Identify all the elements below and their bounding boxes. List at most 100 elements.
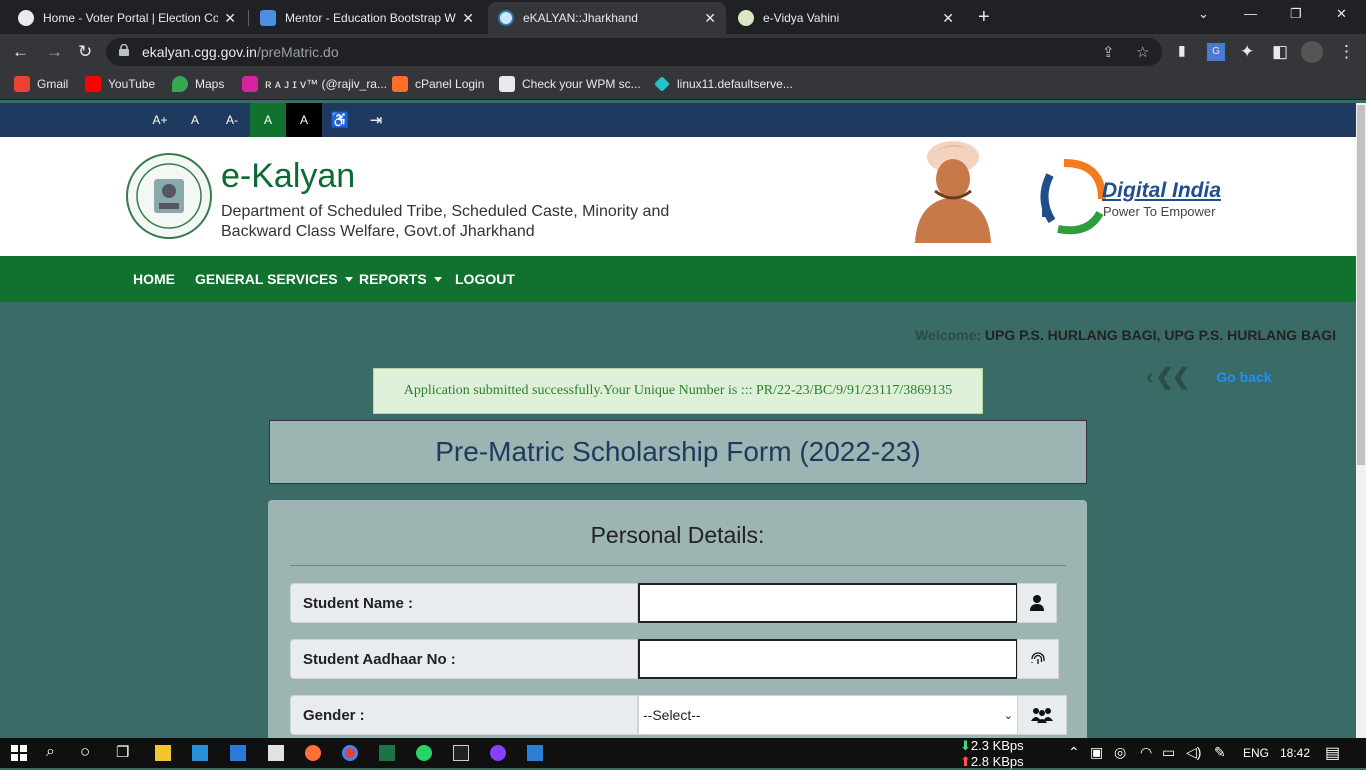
cortana-circle-icon[interactable]: ○ <box>80 742 90 762</box>
extension-bottle-icon[interactable]: ▮ <box>1178 42 1186 59</box>
mail-icon[interactable] <box>230 745 246 761</box>
terminal-icon[interactable] <box>453 745 469 761</box>
file-explorer-icon[interactable] <box>155 745 171 761</box>
side-panel-icon[interactable]: ◧ <box>1272 42 1288 62</box>
close-icon[interactable]: ✕ <box>224 10 236 27</box>
tab-mentor[interactable]: Mentor - Education Bootstrap W ✕ <box>250 2 484 34</box>
login-arrow-icon[interactable]: ⇥ <box>358 103 394 137</box>
new-tab-plus-icon[interactable]: + <box>978 6 990 29</box>
bookmark-label: ʀ ᴀ ᴊ ɪ v™ (@rajiv_ra... <box>265 77 387 91</box>
birsa-munda-portrait-icon <box>915 141 991 243</box>
battery-icon[interactable]: ▭ <box>1162 744 1175 761</box>
wifi-icon[interactable]: ◠ <box>1140 744 1152 761</box>
search-icon[interactable]: ⌕ <box>46 743 55 761</box>
url-host: ekalyan.cgg.gov.in <box>142 44 257 60</box>
main-nav: HOME GENERAL SERVICES REPORTS LOGOUT <box>0 256 1356 302</box>
font-decrease-button[interactable]: A- <box>214 103 250 137</box>
caret-down-icon <box>344 276 353 282</box>
tab-evidya[interactable]: e-Vidya Vahini ✕ <box>728 2 964 34</box>
tab-ekalyan[interactable]: eKALYAN::Jharkhand ✕ <box>488 2 726 34</box>
whatsapp-icon[interactable] <box>416 745 432 761</box>
nav-label: REPORTS <box>359 271 427 287</box>
page-scrollbar[interactable] <box>1356 103 1366 739</box>
close-icon[interactable]: ✕ <box>462 10 474 27</box>
close-icon[interactable]: ✕ <box>942 10 954 27</box>
translate-icon[interactable]: G <box>1207 43 1225 61</box>
bookmark-maps[interactable]: Maps <box>172 76 224 92</box>
youtube-icon <box>85 76 101 92</box>
tray-chevron-up-icon[interactable]: ⌃ <box>1068 744 1080 761</box>
tab-voter-portal[interactable]: Home - Voter Portal | Election Co ✕ <box>8 2 246 34</box>
aadhaar-label: Student Aadhaar No : <box>290 639 638 679</box>
form-title: Pre-Matric Scholarship Form (2022-23) <box>269 420 1087 484</box>
cpanel-icon <box>392 76 408 92</box>
share-icon[interactable]: ⇪ <box>1102 43 1115 61</box>
jharkhand-emblem-icon <box>126 153 212 239</box>
bookmark-wpm[interactable]: Check your WPM sc... <box>499 76 641 92</box>
menu-kebab-icon[interactable]: ⋮ <box>1338 42 1355 62</box>
font-normal-button[interactable]: A <box>177 103 213 137</box>
url-text: ekalyan.cgg.gov.in/preMatric.do <box>142 44 339 60</box>
github-desktop-icon[interactable] <box>490 745 506 761</box>
go-back-link[interactable]: ‹ ❮❮ Go back <box>1146 364 1272 390</box>
input-language[interactable]: ENG <box>1243 746 1269 760</box>
nav-home[interactable]: HOME <box>133 271 175 287</box>
scrollbar-thumb[interactable] <box>1357 105 1365 465</box>
section-divider <box>290 565 1066 566</box>
bookmark-instagram[interactable]: ʀ ᴀ ᴊ ɪ v™ (@rajiv_ra... <box>242 76 387 92</box>
aadhaar-input[interactable] <box>638 639 1018 679</box>
windows-start-icon[interactable] <box>11 745 27 761</box>
instagram-icon <box>242 76 258 92</box>
task-view-icon[interactable]: ❐ <box>116 743 129 761</box>
close-icon[interactable]: ✕ <box>704 10 716 27</box>
nav-reports[interactable]: REPORTS <box>359 271 442 287</box>
extensions-puzzle-icon[interactable]: ✦ <box>1240 42 1254 62</box>
volume-icon[interactable]: ◁) <box>1186 744 1201 761</box>
address-bar[interactable]: ekalyan.cgg.gov.in/preMatric.do ⇪ ☆ <box>106 38 1162 66</box>
server-icon <box>654 76 670 92</box>
tab-title: e-Vidya Vahini <box>763 11 840 25</box>
bookmark-gmail[interactable]: Gmail <box>14 76 68 92</box>
windows-taskbar: ⌕ ○ ❐ ⬇2.3 KBps ⬆2.8 KBps ⌃ ▣ ◎ ◠ ▭ ◁) ✎… <box>0 738 1366 769</box>
fingerprint-icon <box>1017 639 1059 679</box>
back-arrow-icon[interactable]: ← <box>12 42 29 62</box>
bookmark-cpanel[interactable]: cPanel Login <box>392 76 484 92</box>
tab-search-chevron-icon[interactable]: ⌄ <box>1198 6 1209 22</box>
excel-icon[interactable] <box>379 745 395 761</box>
notification-icon[interactable]: ▤ <box>1325 743 1340 763</box>
forward-arrow-icon[interactable]: → <box>46 42 63 62</box>
gender-select[interactable]: --Select-- ⌄ <box>638 695 1018 735</box>
notepad-icon[interactable] <box>268 745 284 761</box>
pen-icon[interactable]: ✎ <box>1214 744 1226 761</box>
student-name-input[interactable] <box>638 583 1018 623</box>
theme-dark-button[interactable]: A <box>286 103 322 137</box>
firefox-icon[interactable] <box>305 745 321 761</box>
bookmark-label: linux11.defaultserve... <box>677 77 793 91</box>
profile-avatar[interactable] <box>1301 41 1323 63</box>
photos-icon[interactable] <box>527 745 543 761</box>
maps-pin-icon <box>172 76 188 92</box>
theme-green-button[interactable]: A <box>250 103 286 137</box>
lock-icon[interactable] <box>119 44 129 56</box>
accessibility-bar: A+ A A- A A ♿ ⇥ <box>0 103 1356 137</box>
clock-time[interactable]: 18:42 <box>1280 746 1310 760</box>
minimize-icon[interactable]: — <box>1244 6 1257 21</box>
select-chevron-down-icon: ⌄ <box>1003 709 1013 722</box>
reload-icon[interactable]: ↻ <box>78 42 92 62</box>
bookmark-linux11[interactable]: linux11.defaultserve... <box>654 76 793 92</box>
nav-logout[interactable]: LOGOUT <box>455 271 515 287</box>
tray-webcam-icon[interactable]: ◎ <box>1114 744 1126 761</box>
bookmark-youtube[interactable]: YouTube <box>85 76 155 92</box>
window-close-icon[interactable]: ✕ <box>1336 6 1347 22</box>
go-back-label: Go back <box>1216 369 1272 385</box>
font-increase-button[interactable]: A+ <box>142 103 178 137</box>
restore-icon[interactable]: ❐ <box>1290 6 1302 22</box>
chrome-icon[interactable] <box>342 745 358 761</box>
tray-app-icon[interactable]: ▣ <box>1090 744 1103 761</box>
nav-general-services[interactable]: GENERAL SERVICES <box>195 271 353 287</box>
accessibility-icon[interactable]: ♿ <box>322 103 358 137</box>
vscode-icon[interactable] <box>192 745 208 761</box>
personal-details-card: Personal Details: Student Name : Student… <box>268 500 1087 739</box>
tab-title: Home - Voter Portal | Election Co <box>43 11 219 25</box>
bookmark-star-icon[interactable]: ☆ <box>1136 43 1149 61</box>
